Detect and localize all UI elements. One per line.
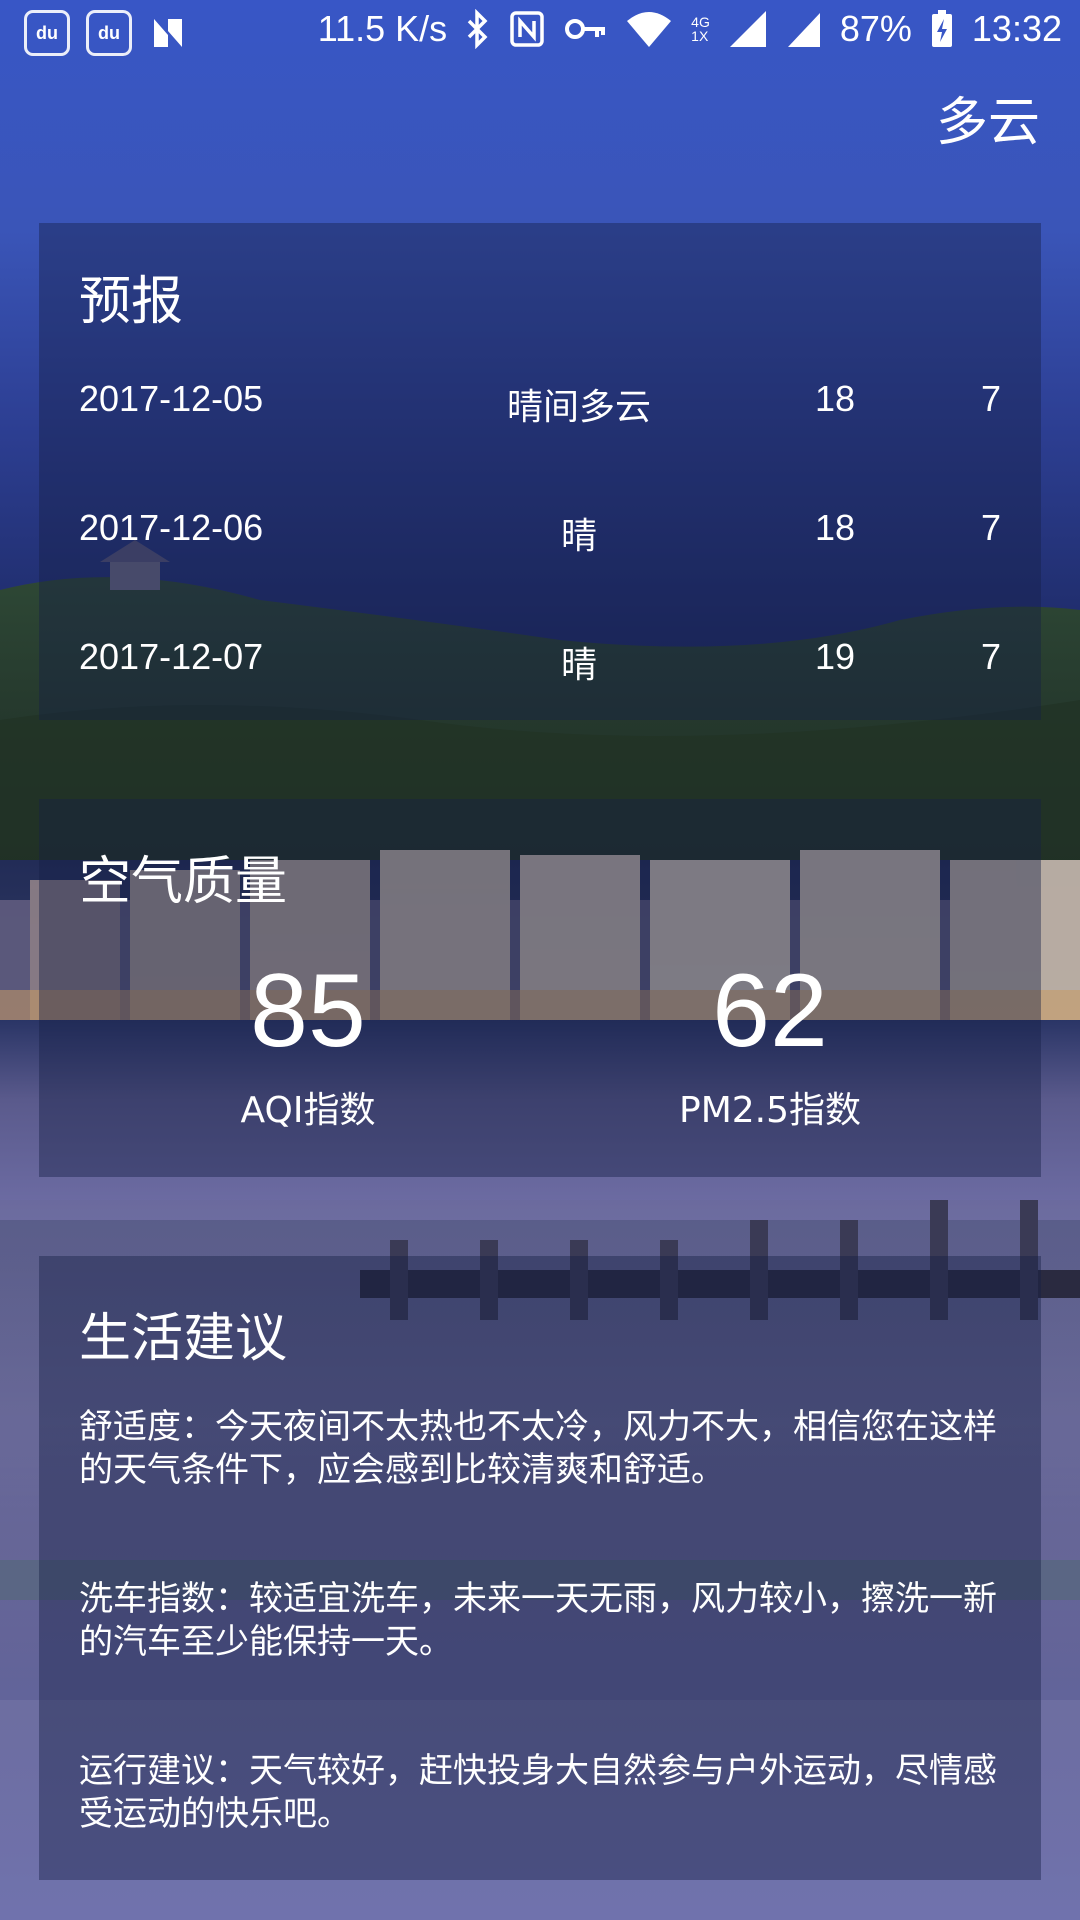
forecast-date: 2017-12-05 xyxy=(79,378,264,419)
bluetooth-icon xyxy=(467,9,488,49)
suggestion-title: 生活建议 xyxy=(79,1309,288,1369)
cell-signal-icon xyxy=(729,11,766,47)
forecast-max-temp: 19 xyxy=(814,636,856,677)
forecast-min-temp: 7 xyxy=(980,378,1001,419)
nfc-n-icon xyxy=(154,19,182,47)
air-quality-title: 空气质量 xyxy=(79,852,288,912)
forecast-card: 预报 2017-12-05 晴间多云 18 7 2017-12-06 晴 18 … xyxy=(39,223,1041,720)
battery-charging-icon xyxy=(931,10,952,47)
network-type: 4G 1X xyxy=(691,14,710,44)
forecast-max-temp: 18 xyxy=(814,378,856,419)
system-indicators: 11.5 K/s 4G 1X 87% 13:32 xyxy=(318,8,1062,50)
clock: 13:32 xyxy=(971,8,1062,49)
comfort-suggestion: 舒适度：今天夜间不太热也不太冷，风力不大，相信您在这样的天气条件下，应会感到比较… xyxy=(79,1407,997,1490)
aqi-block: 85 AQI指数 xyxy=(108,959,508,1133)
forecast-condition: 晴 xyxy=(560,645,598,686)
wifi-icon xyxy=(627,12,672,47)
cell-signal-2-icon xyxy=(787,13,820,47)
nfc-icon xyxy=(510,11,544,47)
forecast-row: 2017-12-07 晴 19 7 xyxy=(79,628,1001,688)
forecast-row: 2017-12-05 晴间多云 18 7 xyxy=(79,370,1001,430)
current-weather-label: 多云 xyxy=(935,93,1040,153)
vpn-key-icon xyxy=(565,19,606,39)
forecast-condition: 晴 xyxy=(560,516,598,557)
car-wash-suggestion: 洗车指数：较适宜洗车，未来一天无雨，风力较小，擦洗一新的汽车至少能保持一天。 xyxy=(79,1579,997,1662)
forecast-title: 预报 xyxy=(79,272,184,332)
pm25-block: 62 PM2.5指数 xyxy=(570,959,970,1133)
forecast-condition: 晴间多云 xyxy=(506,387,652,428)
aqi-value: 85 xyxy=(250,953,366,1069)
forecast-min-temp: 7 xyxy=(980,636,1001,677)
notification-icons: du du xyxy=(24,10,188,56)
aqi-label: AQI指数 xyxy=(240,1090,376,1131)
air-quality-card: 空气质量 85 AQI指数 62 PM2.5指数 xyxy=(39,799,1041,1177)
pm25-value: 62 xyxy=(712,953,828,1069)
status-bar: du du 11.5 K/s 4G 1X 87% 13:32 xyxy=(0,0,1080,66)
battery-percent: 87% xyxy=(839,8,912,49)
forecast-row: 2017-12-06 晴 18 7 xyxy=(79,499,1001,559)
baidu-app-icon: du xyxy=(24,10,70,56)
forecast-min-temp: 7 xyxy=(980,507,1001,548)
sport-suggestion: 运行建议：天气较好，赶快投身大自然参与户外运动，尽情感受运动的快乐吧。 xyxy=(79,1751,997,1834)
forecast-date: 2017-12-06 xyxy=(79,507,264,548)
network-speed: 11.5 K/s xyxy=(317,8,448,49)
forecast-max-temp: 18 xyxy=(814,507,856,548)
pm25-label: PM2.5指数 xyxy=(678,1090,862,1131)
forecast-date: 2017-12-07 xyxy=(79,636,264,677)
life-suggestion-card: 生活建议 舒适度：今天夜间不太热也不太冷，风力不大，相信您在这样的天气条件下，应… xyxy=(39,1256,1041,1880)
baidu-app-icon: du xyxy=(86,10,132,56)
